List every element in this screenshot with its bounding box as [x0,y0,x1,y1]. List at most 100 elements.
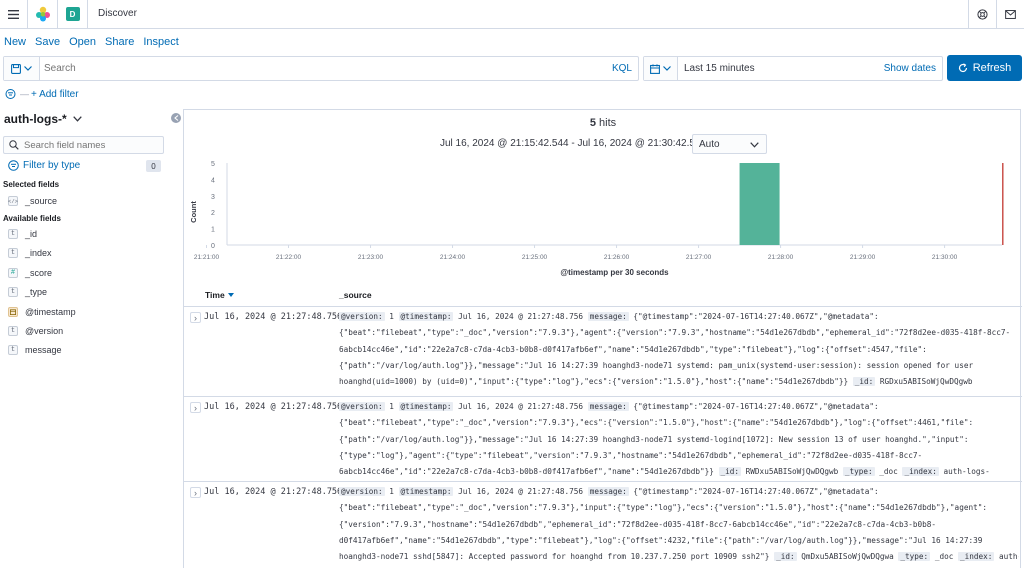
source-field-value: 6abcb14cc46e","id":"22e2a7c8-c7da-4cb3-b… [339,344,927,354]
field-item-source[interactable]: </> _source [8,194,57,208]
field-search [3,136,164,154]
chevron-down-icon [663,66,671,71]
x-tick-label: 21:28:00 [768,254,794,261]
field-item-score[interactable]: # _score [8,266,52,280]
x-tick-label: 21:30:00 [932,254,958,261]
filter-divider: — [20,89,29,99]
source-line: {"beat":"filebeat","type":"_doc","versio… [339,418,1019,427]
y-axis-title: Count [189,201,198,223]
source-line: @version: 1 @timestamp: Jul 16, 2024 @ 2… [339,312,1019,321]
field-item-version[interactable]: t @version [8,324,63,338]
source-field-value: auth-logs- [938,467,990,477]
source-field-value: Jul 16, 2024 @ 21:27:48.756 [453,312,588,321]
source-line: {"beat":"filebeat","type":"_doc","versio… [339,328,1019,337]
y-tick-label: 1 [211,227,215,234]
time-column-header[interactable]: Time [205,290,234,300]
interval-select[interactable]: Auto [692,134,767,154]
open-button[interactable]: Open [69,36,96,48]
field-name: message [25,345,62,355]
hits-counter: 5 hits [184,117,1022,129]
inspect-button[interactable]: Inspect [143,36,178,48]
hits-label: hits [599,117,617,129]
source-field-key: message: [587,402,629,411]
source-field-value: RGDxu5ABISoWjQwDQgwb [875,377,973,387]
source-field-value: auth- [999,552,1019,562]
source-field-value: {"path":"/var/log/auth.log"}},"message":… [339,434,969,444]
field-item-id[interactable]: t _id [8,227,37,241]
field-search-input[interactable] [24,139,159,151]
filter-icon [8,160,19,171]
saved-query-button[interactable] [4,57,40,80]
expand-row-button[interactable]: › [190,402,201,413]
y-tick-label: 0 [211,243,215,250]
add-filter-button[interactable]: + Add filter [31,89,79,100]
source-field-key: @version: [339,312,385,321]
field-name: _index [25,248,52,258]
source-field-value: 1 [384,312,399,321]
query-bar: KQL [3,56,639,81]
field-item-index[interactable]: t _index [8,246,52,260]
source-field-value: d0f417afb6ef","name":"54d1e267dbdb","typ… [339,535,983,545]
chevron-down-icon [72,116,82,122]
source-line: d0f417afb6ef","name":"54d1e267dbdb","typ… [339,536,1019,545]
search-input[interactable] [40,58,600,79]
help-button[interactable] [968,0,996,28]
time-range-text[interactable]: Last 15 minutes [684,63,755,74]
histogram-bar [739,163,780,245]
chevron-down-icon [750,142,759,148]
save-button[interactable]: Save [35,36,60,48]
y-tick-label: 4 [211,177,215,184]
filter-options-icon[interactable] [5,89,16,99]
chevron-right-icon: › [194,487,197,498]
source-line: {"path":"/var/log/auth.log"}},"message":… [339,361,1019,370]
field-item-type[interactable]: t _type [8,285,47,299]
source-line: 6abcb14cc46e","id":"22e2a7c8-c7da-4cb3-b… [339,467,1019,477]
new-button[interactable]: New [4,36,26,48]
date-picker: Last 15 minutes Show dates [643,56,943,81]
newsfeed-button[interactable] [996,0,1024,28]
source-line: {"type":"log"},"agent":{"type":"filebeat… [339,451,1019,460]
space-selector-button[interactable]: D [58,0,88,28]
source-line: hoanghd3-node71 sshd[5847]: Accepted pas… [339,552,1019,562]
collapse-sidebar-button[interactable] [171,113,181,123]
refresh-button[interactable]: Refresh [947,55,1022,81]
elastic-logo-icon [35,6,50,22]
hamburger-icon [8,9,19,19]
source-line: {"path":"/var/log/auth.log"}},"message":… [339,435,1019,444]
field-item-timestamp[interactable]: @timestamp [8,305,76,319]
time-cell: Jul 16, 2024 @ 21:27:48.756 [204,487,343,497]
menu-toggle-button[interactable] [0,0,28,28]
source-field-key: @version: [339,402,385,411]
source-field-value: {"version":"7.9.3","hostname":"54d1e267d… [339,519,937,529]
source-field-key: _index: [902,467,939,477]
share-button[interactable]: Share [105,36,134,48]
filter-by-type-button[interactable]: Filter by type [8,160,80,171]
string-field-icon: t [8,229,18,239]
table-row: › Jul 16, 2024 @ 21:27:48.756 @version: 1 … [184,396,1022,481]
source-field-key: _index: [957,552,995,562]
expand-row-button[interactable]: › [190,487,201,498]
sort-descending-icon[interactable] [227,293,234,297]
source-field-value: 6abcb14cc46e","id":"22e2a7c8-c7da-4cb3-b… [339,467,719,477]
source-field-value: {"beat":"filebeat","type":"_doc","versio… [339,418,974,428]
source-field-key: @timestamp: [398,402,454,411]
home-logo-button[interactable] [28,0,58,28]
query-language-button[interactable]: KQL [612,63,632,74]
source-field-value: _doc [930,552,958,562]
expand-row-button[interactable]: › [190,312,201,323]
y-tick-label: 2 [211,210,215,217]
source-field-key: @version: [339,487,385,496]
quick-select-button[interactable] [644,57,678,80]
show-dates-button[interactable]: Show dates [884,63,936,74]
field-name: _score [25,268,53,278]
save-query-icon [11,63,21,74]
help-icon [977,8,988,20]
x-tick-label: 21:22:00 [276,254,302,261]
source-field-value: {"beat":"filebeat","type":"_doc","versio… [339,503,987,513]
source-field-value: hoanghd3-node71 sshd[5847]: Accepted pas… [339,552,775,562]
selected-fields-heading: Selected fields [3,180,60,189]
space-avatar: D [65,7,80,21]
field-item-message[interactable]: t message [8,343,62,357]
discover-main-panel: 5 hits Jul 16, 2024 @ 21:15:42.544 - Jul… [183,109,1022,568]
index-pattern-selector[interactable]: auth-logs-* [4,112,82,126]
